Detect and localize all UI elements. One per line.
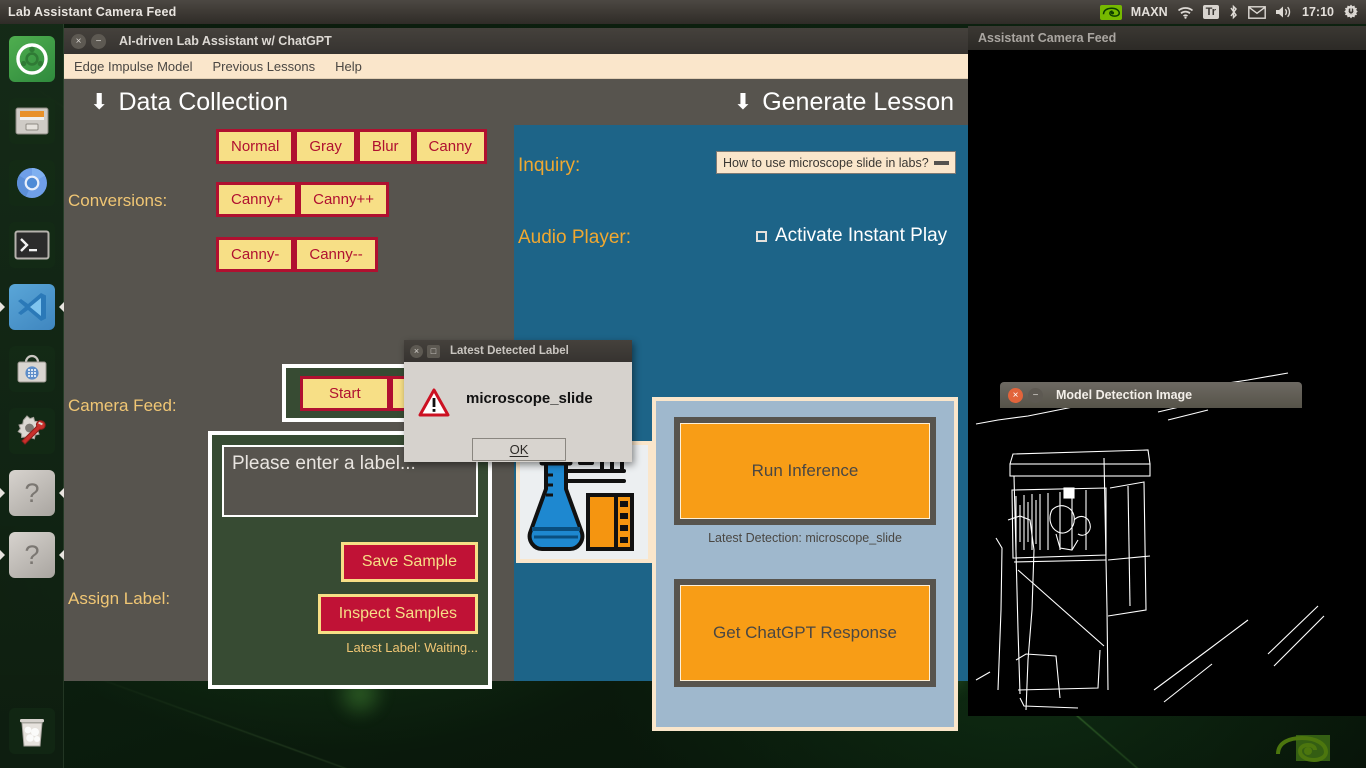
sidebar-item-ubuntu-dash[interactable] — [0, 28, 64, 90]
model-detection-titlebar[interactable]: × − Model Detection Image — [1000, 382, 1302, 408]
get-chatgpt-response-button[interactable]: Get ChatGPT Response — [680, 585, 930, 681]
detection-close-button[interactable]: × — [1008, 388, 1023, 403]
camera-feed-window: Assistant Camera Feed — [968, 26, 1366, 716]
sidebar-item-trash[interactable] — [0, 700, 64, 762]
volume-icon[interactable] — [1275, 5, 1293, 19]
conversion-buttons-row-1: Normal Gray Blur Canny — [216, 129, 487, 164]
sidebar-item-terminal[interactable] — [0, 214, 64, 276]
conversion-button-normal[interactable]: Normal — [216, 129, 294, 164]
data-collection-heading-text: Data Collection — [118, 88, 288, 117]
conversion-button-canny-plus[interactable]: Canny+ — [216, 182, 298, 217]
dialog-body: microscope_slide OK — [404, 362, 632, 462]
activate-instant-play-label: Activate Instant Play — [775, 225, 947, 247]
sidebar-item-chromium[interactable] — [0, 152, 64, 214]
dialog-close-button[interactable]: × — [410, 345, 423, 358]
audio-player-label: Audio Player: — [518, 227, 631, 249]
model-detection-image-window: × − Model Detection Image — [1000, 382, 1302, 408]
system-tray: MAXN Tr — [1100, 4, 1366, 20]
menu-item-help[interactable]: Help — [335, 59, 362, 74]
assign-label-frame: Save Sample Inspect Samples Latest Label… — [208, 431, 492, 689]
conversion-button-canny-plus-plus[interactable]: Canny++ — [298, 182, 389, 217]
nvidia-logo-icon[interactable] — [1100, 5, 1122, 20]
inquiry-selected-value: How to use microscope slide in labs? — [723, 156, 929, 170]
wifi-icon[interactable] — [1177, 6, 1194, 19]
conversion-button-canny[interactable]: Canny — [414, 129, 487, 164]
input-method-icon[interactable]: Tr — [1203, 5, 1219, 19]
generate-lesson-heading: ⬇ Generate Lesson — [514, 79, 968, 125]
menu-item-previous-lessons[interactable]: Previous Lessons — [213, 59, 316, 74]
dialog-titlebar[interactable]: × □ Latest Detected Label — [404, 340, 632, 362]
generate-lesson-heading-text: Generate Lesson — [762, 88, 954, 117]
app-titlebar[interactable]: × − AI-driven Lab Assistant w/ ChatGPT — [64, 28, 968, 54]
input-method-label: Tr — [1203, 5, 1219, 19]
menu-item-edge-impulse-model[interactable]: Edge Impulse Model — [74, 59, 193, 74]
camera-feed-title: Assistant Camera Feed — [978, 31, 1116, 45]
camera-feed-titlebar[interactable]: Assistant Camera Feed — [968, 26, 1366, 50]
app-close-button[interactable]: × — [71, 34, 86, 49]
mail-icon[interactable] — [1248, 6, 1266, 19]
conversion-button-canny-minus-minus[interactable]: Canny-- — [294, 237, 377, 272]
inference-panel: Run Inference Latest Detection: microsco… — [652, 397, 958, 731]
dialog-title: Latest Detected Label — [450, 345, 569, 357]
sidebar-item-vscode[interactable] — [0, 276, 64, 338]
run-inference-button[interactable]: Run Inference — [680, 423, 930, 519]
dialog-message: microscope_slide — [466, 390, 593, 407]
latest-label-status: Latest Label: Waiting... — [222, 640, 478, 655]
sidebar-item-software-center[interactable] — [0, 338, 64, 400]
sidebar-item-system-settings[interactable] — [0, 400, 64, 462]
warning-triangle-icon — [418, 388, 450, 418]
down-arrow-icon: ⬇ — [734, 89, 752, 115]
bluetooth-icon[interactable] — [1228, 4, 1239, 20]
top-panel: Lab Assistant Camera Feed MAXN Tr — [0, 0, 1366, 24]
inquiry-dropdown[interactable]: How to use microscope slide in labs? — [716, 151, 956, 174]
conversion-button-blur[interactable]: Blur — [357, 129, 414, 164]
conversion-buttons-row-3: Canny- Canny-- — [216, 237, 378, 272]
conversions-label: Conversions: — [64, 191, 219, 211]
menu-bar: Edge Impulse Model Previous Lessons Help — [64, 54, 968, 79]
save-sample-button[interactable]: Save Sample — [341, 542, 478, 582]
app-minimize-button[interactable]: − — [91, 34, 106, 49]
conversion-button-canny-minus[interactable]: Canny- — [216, 237, 294, 272]
inspect-samples-button[interactable]: Inspect Samples — [318, 594, 478, 634]
model-detection-title: Model Detection Image — [1056, 388, 1192, 402]
data-collection-heading: ⬇ Data Collection — [64, 79, 514, 125]
sidebar-item-unknown-app-2[interactable]: ? — [0, 524, 64, 586]
dropdown-handle-icon — [934, 161, 949, 165]
power-mode-label[interactable]: MAXN — [1131, 5, 1168, 19]
dialog-maximize-button[interactable]: □ — [427, 345, 440, 358]
down-arrow-icon: ⬇ — [90, 89, 108, 115]
gear-power-icon[interactable] — [1343, 4, 1359, 20]
sidebar-item-files[interactable] — [0, 90, 64, 152]
dialog-ok-label: OK — [510, 442, 529, 457]
app-window-title: AI-driven Lab Assistant w/ ChatGPT — [119, 34, 332, 48]
clock[interactable]: 17:10 — [1302, 5, 1334, 19]
inquiry-label: Inquiry: — [518, 155, 580, 177]
latest-detection-text: Latest Detection: microscope_slide — [708, 531, 902, 545]
camera-feed-label: Camera Feed: — [64, 396, 219, 416]
detection-minimize-button[interactable]: − — [1028, 388, 1043, 403]
sidebar-item-unknown-app-1[interactable]: ? — [0, 462, 64, 524]
conversion-button-gray[interactable]: Gray — [294, 129, 357, 164]
latest-detected-label-dialog: × □ Latest Detected Label microscope_sli… — [404, 340, 632, 462]
conversion-buttons-row-2: Canny+ Canny++ — [216, 182, 389, 217]
camera-start-button[interactable]: Start — [300, 376, 390, 411]
dialog-ok-button[interactable]: OK — [472, 438, 566, 461]
activate-instant-play-row[interactable]: Activate Instant Play — [756, 225, 947, 247]
nvidia-watermark-icon — [1270, 730, 1360, 766]
top-panel-title: Lab Assistant Camera Feed — [8, 5, 176, 19]
unity-launcher: ? ? — [0, 24, 64, 768]
assign-label-label: Assign Label: — [64, 589, 219, 609]
activate-instant-play-checkbox[interactable] — [756, 231, 767, 242]
